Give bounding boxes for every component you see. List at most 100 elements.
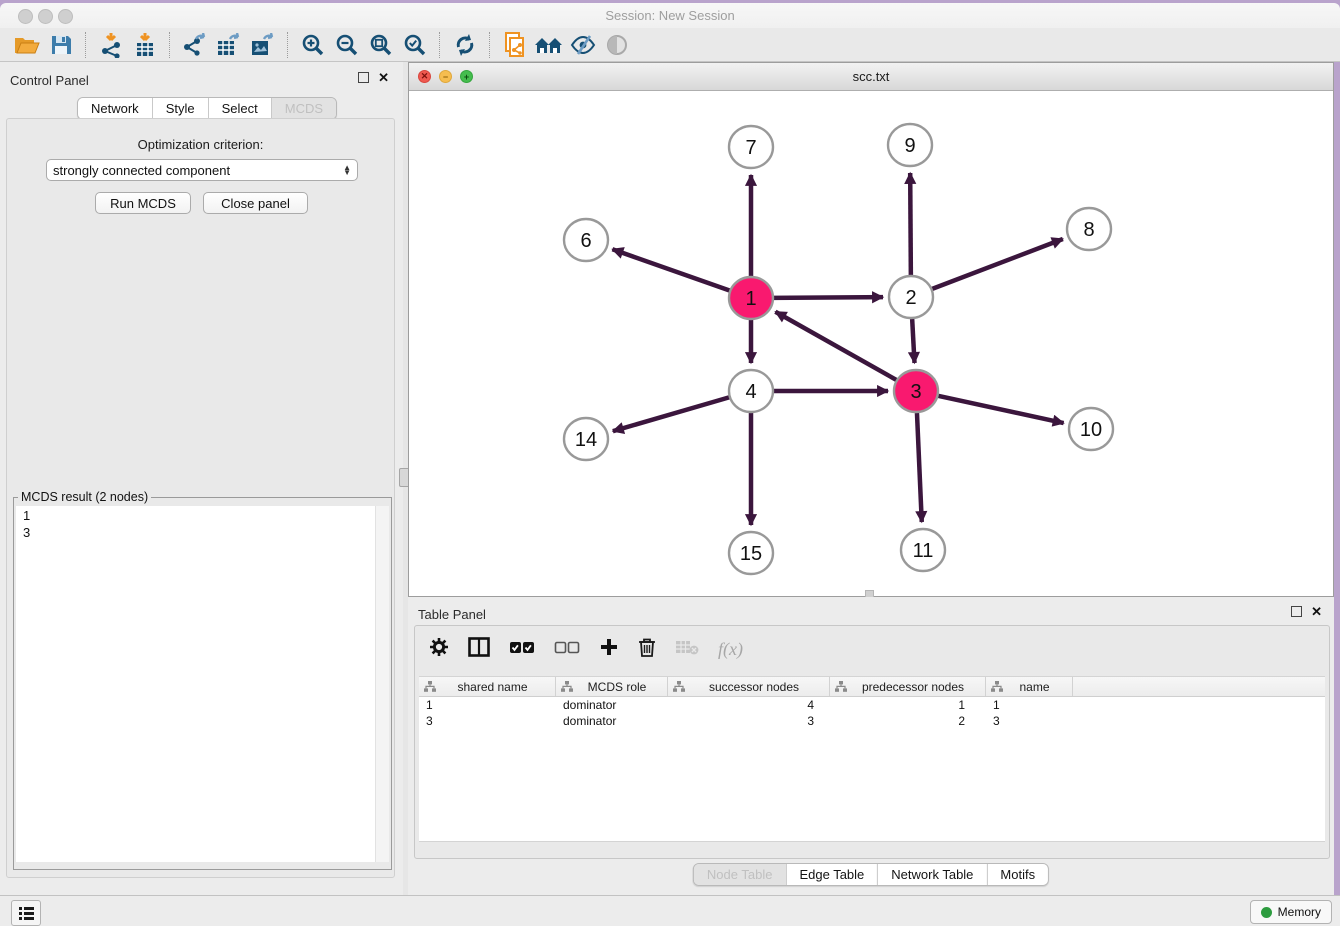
graph-node-10[interactable]: 10 — [1069, 408, 1113, 450]
graph-node-15[interactable]: 15 — [729, 532, 773, 574]
cell-predecessor-nodes[interactable]: 1 — [830, 698, 986, 712]
graph-edge-1-2[interactable] — [773, 297, 883, 298]
delete-table-icon[interactable] — [675, 639, 699, 660]
column-header-successor-nodes[interactable]: successor nodes — [668, 677, 830, 696]
optimization-criterion-label: Optimization criterion: — [7, 137, 394, 152]
memory-button[interactable]: Memory — [1250, 900, 1332, 924]
select-all-icon[interactable] — [509, 640, 535, 659]
cell-MCDS-role[interactable]: dominator — [556, 698, 668, 712]
save-session-icon[interactable] — [44, 30, 78, 60]
table-panel-float-icon[interactable] — [1291, 606, 1302, 617]
cell-predecessor-nodes[interactable]: 2 — [830, 714, 986, 728]
mcds-result-text[interactable]: 13 — [16, 506, 389, 862]
cell-successor-nodes[interactable]: 4 — [668, 698, 830, 712]
graph-edge-3-11[interactable] — [917, 413, 922, 522]
graph-edge-4-14[interactable] — [613, 397, 730, 431]
export-network-icon[interactable] — [178, 30, 212, 60]
import-table-icon[interactable] — [128, 30, 162, 60]
delete-row-icon[interactable] — [638, 637, 656, 662]
deselect-all-icon[interactable] — [554, 640, 580, 659]
table-panel-close-icon[interactable]: ✕ — [1311, 607, 1322, 617]
network-graph[interactable]: 7 9 6 8 1 2 4 3 14 10 15 11 — [409, 91, 1333, 596]
show-hidden-eye-icon[interactable] — [600, 30, 634, 60]
tab-network-table[interactable]: Network Table — [877, 864, 986, 885]
graph-edge-2-3[interactable] — [912, 319, 914, 363]
criterion-select[interactable]: strongly connected component ▲▼ — [46, 159, 358, 181]
table-row[interactable]: 1dominator411 — [419, 697, 1325, 713]
control-panel-float-icon[interactable] — [358, 72, 369, 83]
graph-node-11[interactable]: 11 — [901, 529, 945, 571]
column-header-shared-name[interactable]: shared name — [419, 677, 556, 696]
network-overview-icon[interactable] — [532, 30, 566, 60]
cell-shared-name[interactable]: 3 — [419, 714, 556, 728]
zoom-selected-icon[interactable] — [398, 30, 432, 60]
graph-edge-2-9[interactable] — [910, 173, 911, 275]
mcds-panel: Optimization criterion: strongly connect… — [6, 118, 395, 878]
table-panel-tabs: Node TableEdge TableNetwork TableMotifs — [693, 863, 1049, 886]
graph-node-3[interactable]: 3 — [894, 370, 938, 412]
zoom-out-icon[interactable] — [330, 30, 364, 60]
network-minimize-button[interactable]: − — [439, 70, 452, 83]
graph-node-label: 14 — [575, 429, 597, 451]
column-hierarchy-icon — [673, 681, 685, 692]
add-row-icon[interactable] — [599, 637, 619, 662]
function-builder-icon[interactable]: f(x) — [718, 639, 743, 660]
tab-motifs[interactable]: Motifs — [986, 864, 1048, 885]
tab-network[interactable]: Network — [78, 98, 152, 119]
column-header-predecessor-nodes[interactable]: predecessor nodes — [830, 677, 986, 696]
cell-name[interactable]: 3 — [986, 714, 1073, 728]
table-options-icon[interactable] — [429, 637, 449, 662]
task-history-button[interactable] — [11, 900, 41, 926]
table-row[interactable]: 3dominator323 — [419, 713, 1325, 729]
control-panel-close-icon[interactable]: ✕ — [378, 73, 389, 83]
graph-node-4[interactable]: 4 — [729, 370, 773, 412]
zoom-in-icon[interactable] — [296, 30, 330, 60]
show-column-icon[interactable] — [468, 637, 490, 662]
graph-edge-3-1[interactable] — [775, 312, 896, 380]
main-minimize-button[interactable] — [38, 9, 53, 24]
mcds-result-line: 3 — [23, 524, 389, 541]
graph-node-6[interactable]: 6 — [564, 219, 608, 261]
cell-MCDS-role[interactable]: dominator — [556, 714, 668, 728]
hide-selected-eye-icon[interactable] — [566, 30, 600, 60]
network-window-titlebar[interactable]: ✕ − + scc.txt — [409, 63, 1333, 91]
export-table-icon[interactable] — [212, 30, 246, 60]
graph-edge-2-8[interactable] — [932, 239, 1063, 289]
tab-select[interactable]: Select — [208, 98, 271, 119]
main-zoom-button[interactable] — [58, 9, 73, 24]
tab-edge-table[interactable]: Edge Table — [785, 864, 877, 885]
duplicate-network-icon[interactable] — [498, 30, 532, 60]
main-close-button[interactable] — [18, 9, 33, 24]
graph-node-9[interactable]: 9 — [888, 124, 932, 166]
cell-shared-name[interactable]: 1 — [419, 698, 556, 712]
open-session-icon[interactable] — [10, 30, 44, 60]
node-table-header: shared nameMCDS rolesuccessor nodesprede… — [419, 677, 1325, 697]
memory-status-icon — [1261, 907, 1272, 918]
tab-style[interactable]: Style — [152, 98, 208, 119]
cell-successor-nodes[interactable]: 3 — [668, 714, 830, 728]
graph-node-1[interactable]: 1 — [729, 277, 773, 319]
export-image-icon[interactable] — [246, 30, 280, 60]
graph-node-2[interactable]: 2 — [889, 276, 933, 318]
apply-layout-icon[interactable] — [448, 30, 482, 60]
column-header-MCDS-role[interactable]: MCDS role — [556, 677, 668, 696]
cell-name[interactable]: 1 — [986, 698, 1073, 712]
graph-node-7[interactable]: 7 — [729, 126, 773, 168]
graph-edge-3-10[interactable] — [937, 396, 1063, 423]
run-mcds-button[interactable]: Run MCDS — [95, 192, 191, 214]
close-panel-button[interactable]: Close panel — [203, 192, 308, 214]
table-panel-box: f(x) shared nameMCDS rolesuccessor nodes… — [414, 625, 1330, 859]
graph-node-8[interactable]: 8 — [1067, 208, 1111, 250]
column-header-name[interactable]: name — [986, 677, 1073, 696]
zoom-fit-icon[interactable] — [364, 30, 398, 60]
graph-edge-1-6[interactable] — [612, 249, 730, 290]
network-close-button[interactable]: ✕ — [418, 70, 431, 83]
network-zoom-button[interactable]: + — [460, 70, 473, 83]
tab-node-table[interactable]: Node Table — [694, 864, 786, 885]
column-hierarchy-icon — [561, 681, 573, 692]
graph-node-label: 1 — [745, 288, 756, 310]
import-network-icon[interactable] — [94, 30, 128, 60]
tab-mcds[interactable]: MCDS — [271, 98, 336, 119]
graph-node-14[interactable]: 14 — [564, 418, 608, 460]
mcds-result-scrollbar[interactable] — [375, 506, 389, 862]
